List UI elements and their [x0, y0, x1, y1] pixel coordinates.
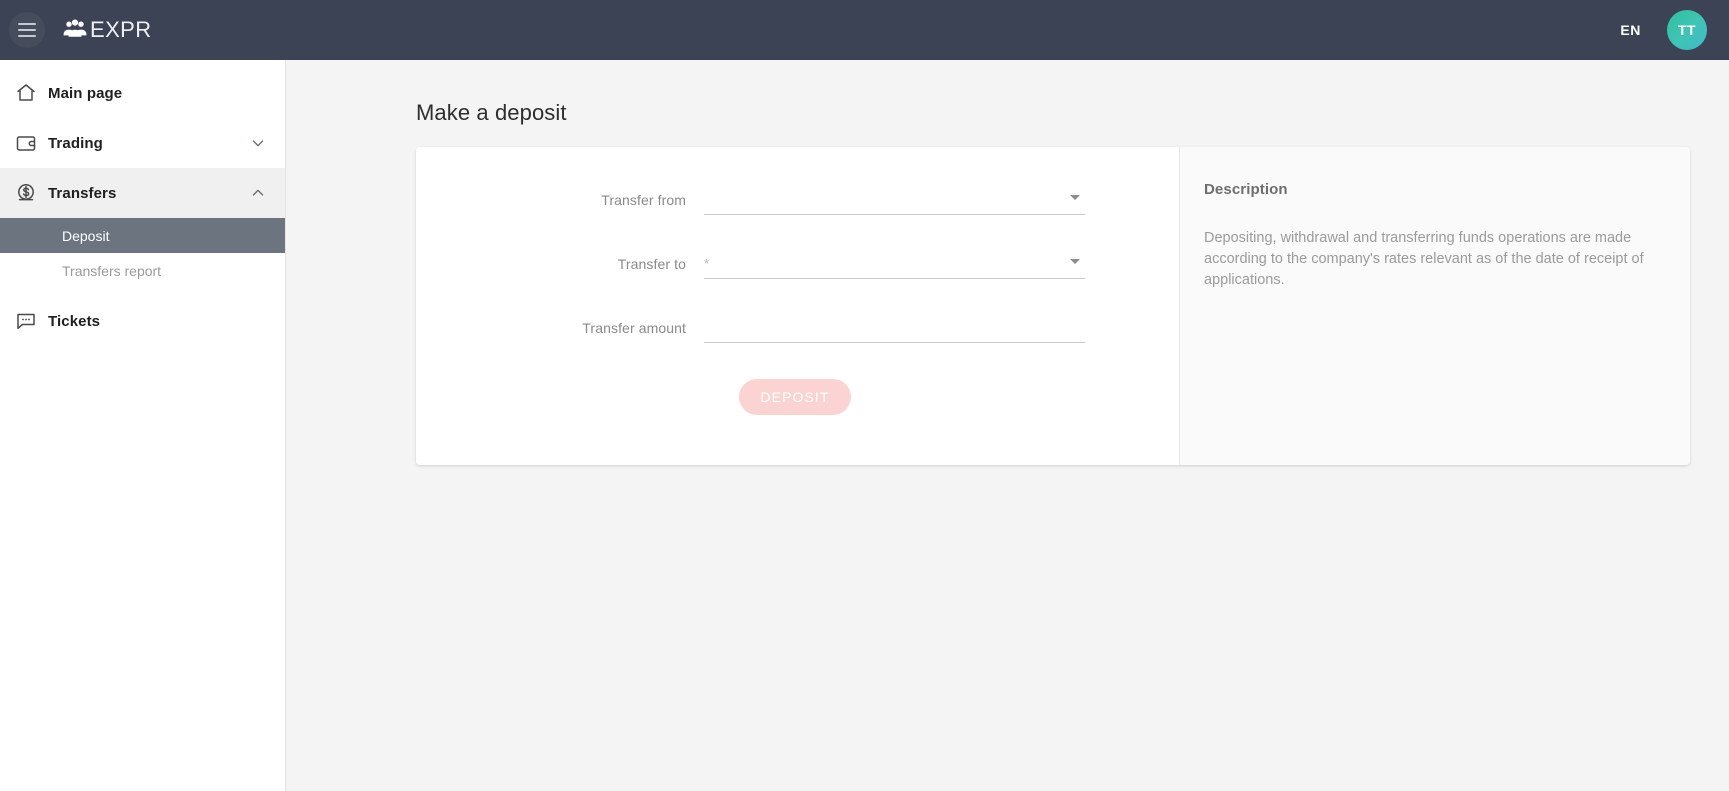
main-content: Make a deposit Transfer from Transfer to…: [286, 60, 1729, 791]
transfer-from-label: Transfer from: [601, 192, 686, 208]
sidebar: Main page Trading Transfers Deposit Tran…: [0, 60, 286, 791]
transfer-from-select[interactable]: [704, 187, 1085, 215]
transfer-amount-input[interactable]: [704, 315, 1085, 343]
chat-bubble-icon: [14, 309, 48, 333]
dollar-circle-icon: [14, 181, 48, 205]
sidebar-item-label: Main page: [48, 84, 123, 102]
dropdown-arrow-icon[interactable]: [1070, 259, 1080, 264]
description-title: Description: [1204, 181, 1288, 198]
people-group-icon: [62, 18, 88, 43]
top-bar: EXPR EN TT: [0, 0, 1729, 60]
sidebar-item-transfers-report[interactable]: Transfers report: [0, 253, 285, 288]
form-actions-spacer: [416, 379, 704, 415]
deposit-button[interactable]: DEPOSIT: [739, 379, 851, 415]
sidebar-item-main-page[interactable]: Main page: [0, 68, 285, 118]
sidebar-subitem-label: Transfers report: [62, 262, 162, 279]
hamburger-bar: [18, 23, 36, 25]
sidebar-item-deposit[interactable]: Deposit: [0, 218, 285, 253]
form-row-transfer-to: Transfer to *: [416, 251, 1179, 279]
hamburger-bar: [18, 35, 36, 37]
sidebar-item-label: Trading: [48, 134, 103, 152]
brand-title: EXPR: [90, 17, 152, 42]
sidebar-item-label: Transfers: [48, 184, 117, 202]
sidebar-subitem-label: Deposit: [62, 227, 110, 244]
sidebar-item-transfers[interactable]: Transfers: [0, 168, 285, 218]
home-icon: [14, 81, 48, 105]
transfer-to-value: *: [704, 256, 710, 271]
form-row-transfer-from: Transfer from: [416, 187, 1179, 215]
page-title: Make a deposit: [416, 100, 567, 125]
sidebar-item-tickets[interactable]: Tickets: [0, 296, 285, 346]
form-row-transfer-amount: Transfer amount: [416, 315, 1179, 343]
dropdown-arrow-icon[interactable]: [1070, 195, 1080, 200]
deposit-form: Transfer from Transfer to * Transfer amo…: [416, 147, 1179, 465]
wallet-icon: [14, 131, 48, 155]
avatar[interactable]: TT: [1667, 10, 1707, 50]
chevron-up-icon[interactable]: [249, 184, 267, 202]
form-actions: DEPOSIT: [416, 379, 1179, 415]
sidebar-item-label: Tickets: [48, 312, 101, 330]
chevron-down-icon[interactable]: [249, 134, 267, 152]
transfer-amount-label: Transfer amount: [582, 320, 686, 336]
description-body: Depositing, withdrawal and transferring …: [1204, 230, 1644, 288]
topbar-actions: EN TT: [1616, 10, 1707, 50]
hamburger-bar: [18, 29, 36, 31]
brand-logo[interactable]: EXPR: [62, 17, 152, 43]
transfer-to-select[interactable]: *: [704, 251, 1085, 279]
description-panel: Description Depositing, withdrawal and t…: [1179, 147, 1690, 465]
language-switcher[interactable]: EN: [1616, 16, 1645, 44]
transfer-to-label: Transfer to: [617, 256, 686, 272]
sidebar-item-trading[interactable]: Trading: [0, 118, 285, 168]
hamburger-menu-icon[interactable]: [9, 12, 45, 48]
deposit-card: Transfer from Transfer to * Transfer amo…: [416, 147, 1690, 465]
